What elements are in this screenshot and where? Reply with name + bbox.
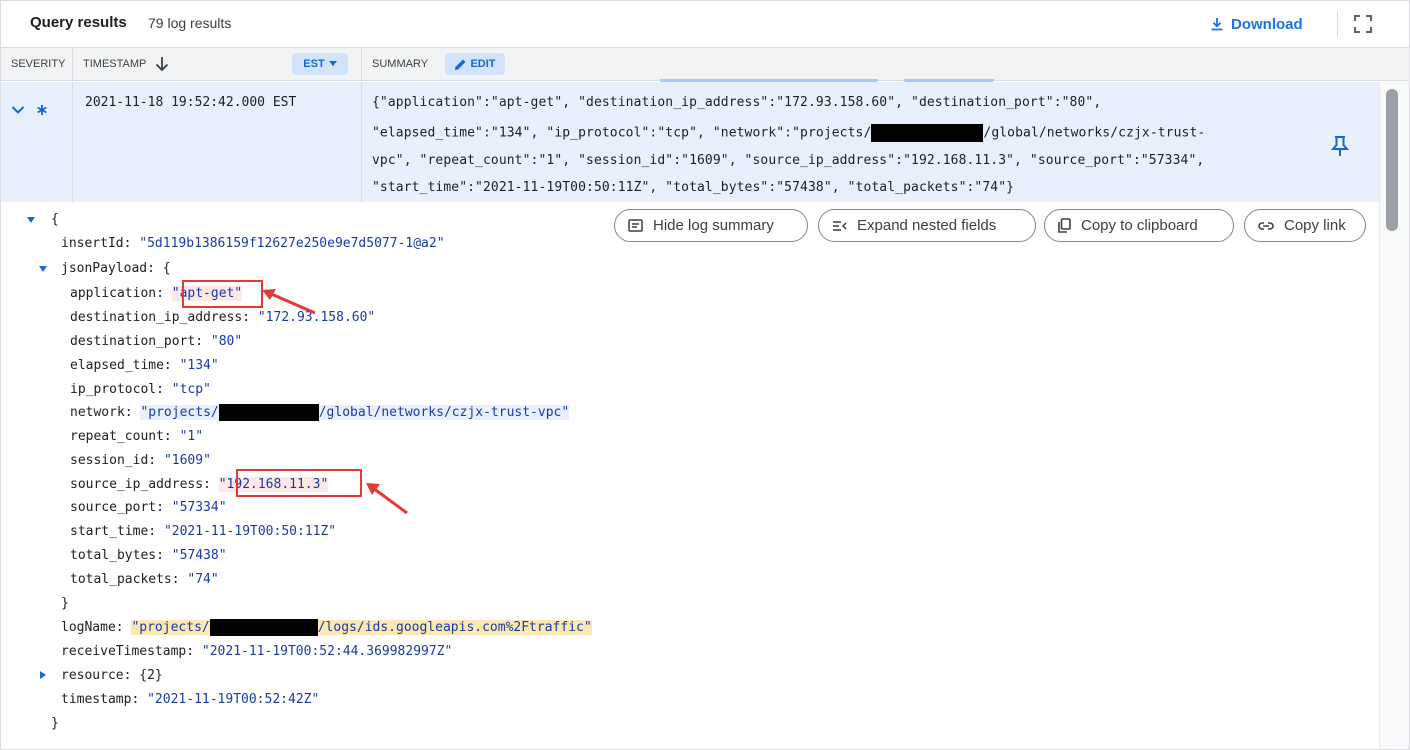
scrollbar-thumb[interactable]	[1386, 89, 1398, 231]
json-open-brace: {	[51, 212, 59, 227]
summary-column-header[interactable]: SUMMARY	[372, 48, 428, 80]
sort-descending-icon[interactable]	[154, 56, 170, 72]
json-field-ip-protocol: ip_protocol: "tcp"	[70, 382, 211, 397]
column-divider	[72, 82, 73, 202]
download-label: Download	[1231, 15, 1303, 33]
copy-to-clipboard-label: Copy to clipboard	[1081, 217, 1198, 234]
json-line-resource: resource: {2}	[61, 668, 163, 683]
json-field-total-packets: total_packets: "74"	[70, 572, 219, 587]
expand-icon	[833, 220, 847, 231]
copy-link-button[interactable]: Copy link	[1244, 209, 1366, 242]
redaction-block	[871, 124, 984, 142]
severity-column-header[interactable]: SEVERITY	[11, 48, 65, 80]
results-count: 79 log results	[148, 15, 232, 31]
link-icon	[1258, 221, 1274, 230]
annotation-arrow-icon	[262, 289, 316, 315]
fullscreen-icon[interactable]	[1353, 14, 1373, 34]
collapse-jsonpayload-toggle[interactable]	[39, 266, 47, 272]
summary-line: {"application":"apt-get", "destination_i…	[372, 95, 1102, 110]
collapse-chevron-icon[interactable]	[11, 105, 25, 115]
expand-resource-toggle[interactable]	[40, 671, 46, 679]
annotation-box-source-ip	[236, 469, 362, 497]
timezone-label: EST	[303, 58, 325, 70]
column-divider	[361, 48, 362, 80]
query-results-panel: Query results 79 log results Download SE…	[0, 0, 1410, 750]
json-field-network: network: "projects//global/networks/czjx…	[70, 404, 570, 421]
copy-to-clipboard-button[interactable]: Copy to clipboard	[1044, 209, 1234, 242]
json-line-insertid: insertId: "5d119b1386159f12627e250e9e7d5…	[61, 236, 445, 251]
download-button[interactable]: Download	[1209, 12, 1303, 36]
header-divider	[1337, 11, 1338, 37]
hide-log-summary-label: Hide log summary	[653, 217, 774, 234]
pencil-icon	[455, 59, 466, 70]
pin-icon[interactable]	[1331, 135, 1349, 157]
redaction-block	[209, 619, 318, 636]
timestamp-column-header[interactable]: TIMESTAMP	[83, 48, 170, 80]
json-field-elapsed-time: elapsed_time: "134"	[70, 358, 219, 373]
json-line-receive-timestamp: receiveTimestamp: "2021-11-19T00:52:44.3…	[61, 644, 453, 659]
summary-icon	[628, 219, 643, 232]
json-line-jsonpayload: jsonPayload: {	[61, 261, 171, 276]
copy-link-label: Copy link	[1284, 217, 1346, 234]
expand-nested-fields-button[interactable]: Expand nested fields	[818, 209, 1036, 242]
expand-nested-fields-label: Expand nested fields	[857, 217, 997, 234]
column-divider	[72, 48, 73, 80]
caret-down-icon	[328, 61, 337, 66]
log-timestamp: 2021-11-18 19:52:42.000 EST	[85, 95, 297, 110]
json-field-repeat-count: repeat_count: "1"	[70, 429, 204, 444]
hide-log-summary-button[interactable]: Hide log summary	[614, 209, 808, 242]
timestamp-column-label: TIMESTAMP	[83, 58, 147, 70]
column-divider	[361, 82, 362, 202]
log-entry-row[interactable]: 2021-11-18 19:52:42.000 EST {"applicatio…	[1, 82, 1379, 202]
json-line-logname: logName: "projects//logs/ids.googleapis.…	[61, 619, 592, 636]
results-title: Query results	[30, 14, 127, 31]
summary-line: "start_time":"2021-11-19T00:50:11Z", "to…	[372, 180, 1015, 195]
json-field-start-time: start_time: "2021-11-19T00:50:11Z"	[70, 524, 337, 539]
edit-label: EDIT	[470, 58, 496, 70]
json-field-session-id: session_id: "1609"	[70, 453, 211, 468]
json-line-timestamp: timestamp: "2021-11-19T00:52:42Z"	[61, 692, 320, 707]
json-field-destination-ip: destination_ip_address: "172.93.158.60"	[70, 310, 376, 325]
json-field-total-bytes: total_bytes: "57438"	[70, 548, 227, 563]
download-icon	[1211, 18, 1223, 31]
summary-line: "elapsed_time":"134", "ip_protocol":"tcp…	[372, 124, 1206, 142]
collapse-root-toggle[interactable]	[27, 217, 35, 223]
edit-summary-button[interactable]: EDIT	[445, 53, 505, 75]
redaction-block	[218, 404, 319, 421]
results-header: Query results 79 log results Download	[1, 1, 1409, 47]
json-close-brace: }	[51, 716, 59, 731]
copy-icon	[1058, 218, 1071, 233]
annotation-box-application	[182, 280, 263, 308]
annotation-arrow-icon	[366, 483, 408, 515]
json-field-destination-port: destination_port: "80"	[70, 334, 243, 349]
column-header-bar: SEVERITY TIMESTAMP EST SUMMARY EDIT	[1, 47, 1409, 81]
severity-default-icon	[37, 105, 47, 115]
json-jsonpayload-close: }	[61, 596, 69, 611]
json-field-source-port: source_port: "57334"	[70, 500, 227, 515]
summary-line: vpc", "repeat_count":"1", "session_id":"…	[372, 153, 1205, 168]
timezone-selector[interactable]: EST	[292, 53, 348, 75]
